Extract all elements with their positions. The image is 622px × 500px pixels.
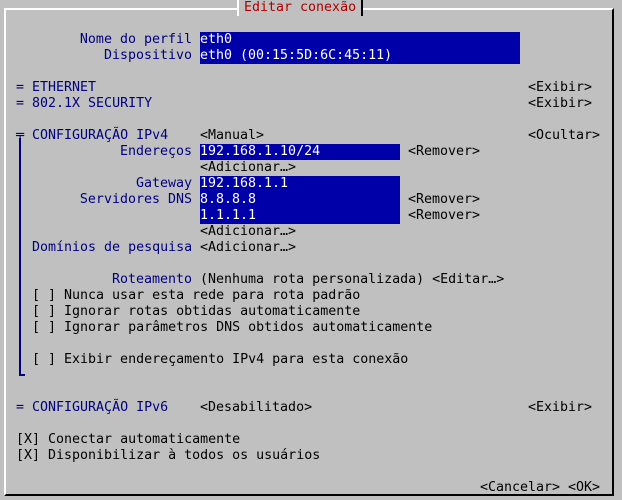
dns-input[interactable]: 8.8.8.8 [200,192,400,208]
profile-name-input[interactable]: eth0 [200,32,520,48]
search-domains-add-button[interactable]: <Adicionar…> [200,240,296,256]
dns-remove-button[interactable]: <Remover> [408,192,480,208]
routing-label: Roteamento [111,272,192,287]
gateway-input[interactable]: 192.168.1.1 [200,176,400,192]
addresses-label: Endereços [119,144,192,159]
dns-remove-button[interactable]: <Remover> [408,208,480,224]
address-input[interactable]: 192.168.1.10/24 [200,144,400,160]
ipv4-hide-button[interactable]: <Ocultar> [528,128,600,144]
device-label: Dispositivo [103,48,192,63]
ipv6-section-label: = CONFIGURAÇÃO IPv6 [16,400,169,415]
gateway-label: Gateway [135,176,192,191]
all-users-checkbox[interactable]: [X] Disponibilizar à todos os usuários [16,448,320,464]
ignore-auto-routes-checkbox[interactable]: [ ] Ignorar rotas obtidas automaticament… [32,304,360,320]
cancel-button[interactable]: <Cancelar> [480,480,560,496]
address-remove-button[interactable]: <Remover> [408,144,480,160]
ipv6-show-button[interactable]: <Exibir> [528,400,592,416]
dns-label: Servidores DNS [79,192,192,207]
profile-name-label: Nome do perfil [79,32,192,47]
ok-button[interactable]: <OK> [568,480,600,496]
ipv4-section-bar-end [19,374,25,376]
ipv4-section-bar [19,138,21,376]
ipv6-method-select[interactable]: <Desabilitado> [200,400,312,416]
autoconnect-checkbox[interactable]: [X] Conectar automaticamente [16,432,240,448]
ipv4-section-label: ╤ CONFIGURAÇÃO IPv4 [16,128,169,143]
ignore-auto-dns-checkbox[interactable]: [ ] Ignorar parâmetros DNS obtidos autom… [32,320,432,336]
ethernet-section-label: = ETHERNET [16,80,97,95]
never-default-route-checkbox[interactable]: [ ] Nunca usar esta rede para rota padrã… [32,288,360,304]
ethernet-show-button[interactable]: <Exibir> [528,80,592,96]
security-show-button[interactable]: <Exibir> [528,96,592,112]
device-input[interactable]: eth0 (00:15:5D:6C:45:11) [200,48,520,64]
ipv4-method-select[interactable]: <Manual> [200,128,264,144]
dns-add-button[interactable]: <Adicionar…> [200,224,296,240]
address-add-button[interactable]: <Adicionar…> [200,160,296,176]
dialog-title: Editar conexão [237,0,364,16]
security-section-label: = 802.1X SECURITY [16,96,153,111]
require-ipv4-checkbox[interactable]: [ ] Exibir endereçamento IPv4 para esta … [32,352,408,368]
routing-edit-button[interactable]: (Nenhuma rota personalizada) <Editar…> [200,272,504,288]
dns-input[interactable]: 1.1.1.1 [200,208,400,224]
search-domains-label: Domínios de pesquisa [32,240,193,255]
